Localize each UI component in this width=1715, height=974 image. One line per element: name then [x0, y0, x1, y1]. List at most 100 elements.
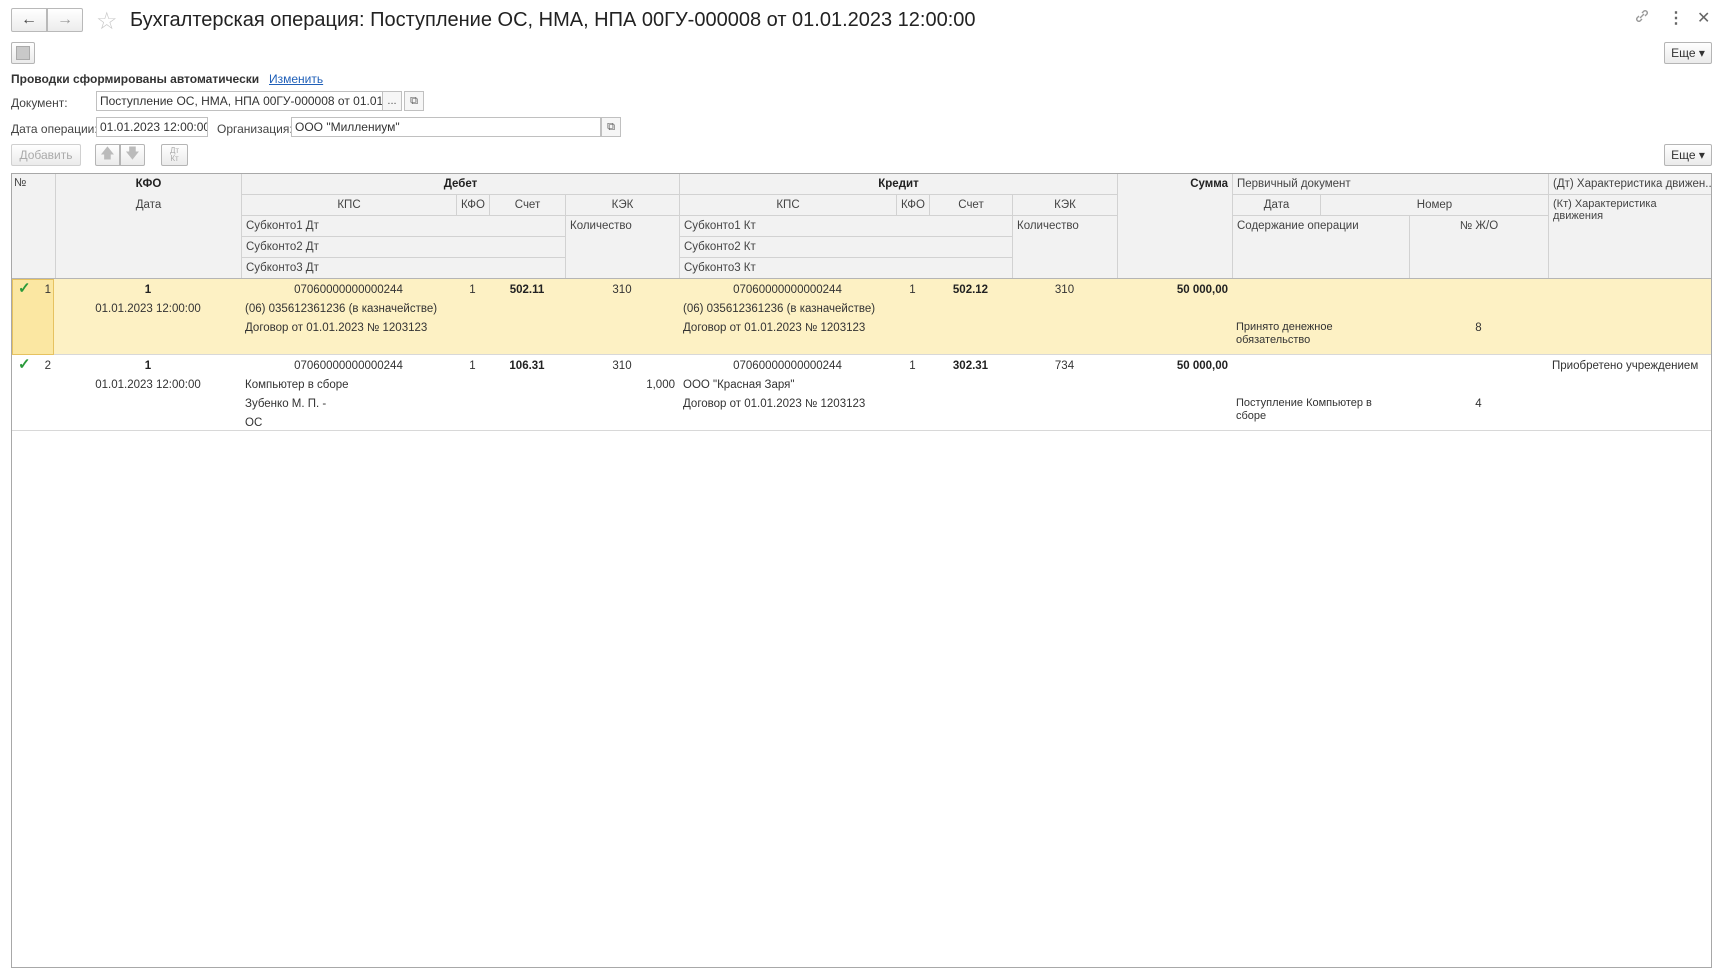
auto-postings-label: Проводки сформированы автоматически — [11, 72, 260, 86]
col-dt-sub1-header[interactable]: Субконто1 Дт — [241, 216, 565, 237]
operation-date-label: Дата операции: — [11, 122, 98, 136]
arrow-down-icon: 🡇 — [125, 145, 140, 161]
col-content-header[interactable]: Содержание операции — [1232, 216, 1409, 279]
arrow-left-icon: ← — [21, 11, 37, 28]
row-content: Поступление Компьютер в сборе — [1236, 397, 1372, 422]
col-dt-qty-header[interactable]: Количество — [565, 216, 679, 279]
row-kt-sub2: Договор от 01.01.2023 № 1203123 — [683, 322, 866, 334]
col-kt-kps-header[interactable]: КПС — [679, 195, 896, 216]
col-kt-char-header[interactable]: (Кт) Характеристика движения — [1548, 195, 1711, 279]
col-pd-number-header[interactable]: Номер — [1320, 195, 1548, 216]
save-icon — [16, 46, 30, 60]
col-dt-account-header[interactable]: Счет — [489, 195, 565, 216]
favorite-star-icon[interactable]: ☆ — [96, 7, 118, 36]
row-dt-char: Приобретено учреждением — [1552, 360, 1699, 372]
row-num: 1 — [44, 284, 51, 296]
col-dt-kek-header[interactable]: КЭК — [565, 195, 679, 216]
row-sum: 50 000,00 — [1176, 360, 1228, 372]
document-label: Документ: — [11, 96, 68, 110]
more-vertical-icon[interactable]: ⋮ — [1668, 8, 1684, 28]
col-num-header[interactable]: № — [14, 176, 54, 191]
operation-date-field[interactable]: 01.01.2023 12:00:00 — [96, 117, 208, 137]
document-select-button[interactable]: ... — [382, 91, 402, 111]
row-content: Принято денежное обязательство — [1236, 321, 1333, 346]
col-date-header[interactable]: Дата — [55, 195, 241, 213]
row-kt-kfo: 1 — [909, 284, 916, 296]
row-kt-kek: 734 — [1054, 360, 1075, 372]
col-kt-kfo-header[interactable]: КФО — [896, 195, 929, 216]
col-dt-char-header[interactable]: (Дт) Характеристика движен... — [1548, 174, 1711, 195]
col-kt-sub3-header[interactable]: Субконто3 Кт — [679, 258, 1012, 279]
change-link[interactable]: Изменить — [269, 72, 323, 86]
row-date: 01.01.2023 12:00:00 — [95, 303, 201, 315]
organization-field[interactable]: ООО "Миллениум" — [291, 117, 601, 137]
row-dt-account: 106.31 — [509, 360, 545, 372]
document-open-button[interactable]: ⧉ — [404, 91, 424, 111]
row-kt-kps: 07060000000000244 — [733, 284, 842, 296]
swap-dt-kt-button[interactable]: Дт Кт — [161, 144, 188, 166]
row-kt-sub2: Договор от 01.01.2023 № 1203123 — [683, 398, 866, 410]
row-dt-sub1: Компьютер в сборе — [245, 379, 349, 391]
row-kt-sub1: (06) 035612361236 (в казначействе) — [683, 303, 876, 315]
row-kfo: 1 — [144, 360, 152, 372]
header-left-border — [55, 174, 56, 279]
move-down-button[interactable]: 🡇 — [120, 144, 145, 166]
row-dt-account: 502.11 — [509, 284, 545, 296]
col-debit-header: Дебет — [241, 174, 679, 195]
row-sum: 50 000,00 — [1176, 284, 1228, 296]
row-jo-num: 8 — [1475, 322, 1482, 334]
row-kt-account: 302.31 — [952, 360, 989, 372]
row-date: 01.01.2023 12:00:00 — [95, 379, 201, 391]
col-kt-qty-header[interactable]: Количество — [1012, 216, 1117, 279]
col-dt-sub3-header[interactable]: Субконто3 Дт — [241, 258, 565, 279]
row-num: 2 — [44, 360, 51, 372]
row-kt-kek: 310 — [1054, 284, 1075, 296]
row-dt-sub1: (06) 035612361236 (в казначействе) — [245, 303, 438, 315]
open-icon: ⧉ — [410, 94, 418, 107]
col-kt-sub1-header[interactable]: Субконто1 Кт — [679, 216, 1012, 237]
row-kt-account: 502.12 — [952, 284, 989, 296]
arrow-up-icon: 🡅 — [100, 145, 115, 161]
col-jo-num-header[interactable]: № Ж/О — [1409, 216, 1548, 279]
organization-open-button[interactable]: ⧉ — [601, 117, 621, 137]
add-button[interactable]: Добавить — [11, 144, 81, 166]
swap-dt-kt-icon: Дт Кт — [169, 146, 180, 163]
col-kt-sub2-header[interactable]: Субконто2 Кт — [679, 237, 1012, 258]
arrow-right-icon: → — [57, 11, 73, 28]
col-dt-sub2-header[interactable]: Субконто2 Дт — [241, 237, 565, 258]
col-primary-doc-header: Первичный документ — [1232, 174, 1548, 195]
row-dt-sub2: Зубенко М. П. - — [245, 398, 327, 410]
row-dt-kek: 310 — [612, 284, 632, 296]
back-button[interactable]: ← — [11, 8, 47, 32]
col-pd-date-header[interactable]: Дата — [1232, 195, 1320, 216]
col-kfo-header[interactable]: КФО — [55, 174, 241, 195]
row-dt-kps: 07060000000000244 — [294, 360, 403, 372]
row-kt-sub1: ООО "Красная Заря" — [683, 379, 795, 391]
col-credit-header: Кредит — [679, 174, 1117, 195]
row-kt-kfo: 1 — [909, 360, 916, 372]
more-button-top[interactable]: Еще ▾ — [1664, 42, 1712, 64]
posted-check-icon: ✓ — [18, 357, 31, 372]
link-icon[interactable] — [1634, 8, 1650, 29]
move-up-button[interactable]: 🡅 — [95, 144, 120, 166]
forward-button[interactable]: → — [47, 8, 83, 32]
save-button[interactable] — [11, 42, 35, 64]
row-dt-sub3: ОС — [245, 417, 263, 429]
col-kt-account-header[interactable]: Счет — [929, 195, 1012, 216]
col-kt-kek-header[interactable]: КЭК — [1012, 195, 1117, 216]
row-kfo: 1 — [144, 284, 152, 296]
row-dt-kek: 310 — [612, 360, 632, 372]
row-dt-kps: 07060000000000244 — [294, 284, 403, 296]
col-dt-kps-header[interactable]: КПС — [241, 195, 456, 216]
col-sum-header[interactable]: Сумма — [1117, 174, 1232, 279]
postings-table: № КФО Дебет Кредит Сумма Первичный докум… — [11, 173, 1712, 968]
row-dt-kfo: 1 — [469, 284, 476, 296]
row-jo-num: 4 — [1475, 398, 1482, 410]
open-icon: ⧉ — [607, 120, 615, 133]
more-button-table[interactable]: Еще ▾ — [1664, 144, 1712, 166]
organization-label: Организация: — [217, 122, 293, 136]
close-icon[interactable]: ✕ — [1697, 8, 1710, 28]
col-dt-kfo-header[interactable]: КФО — [456, 195, 489, 216]
document-field[interactable]: Поступление ОС, НМА, НПА 00ГУ-000008 от … — [96, 91, 383, 111]
posted-check-icon: ✓ — [18, 281, 31, 296]
